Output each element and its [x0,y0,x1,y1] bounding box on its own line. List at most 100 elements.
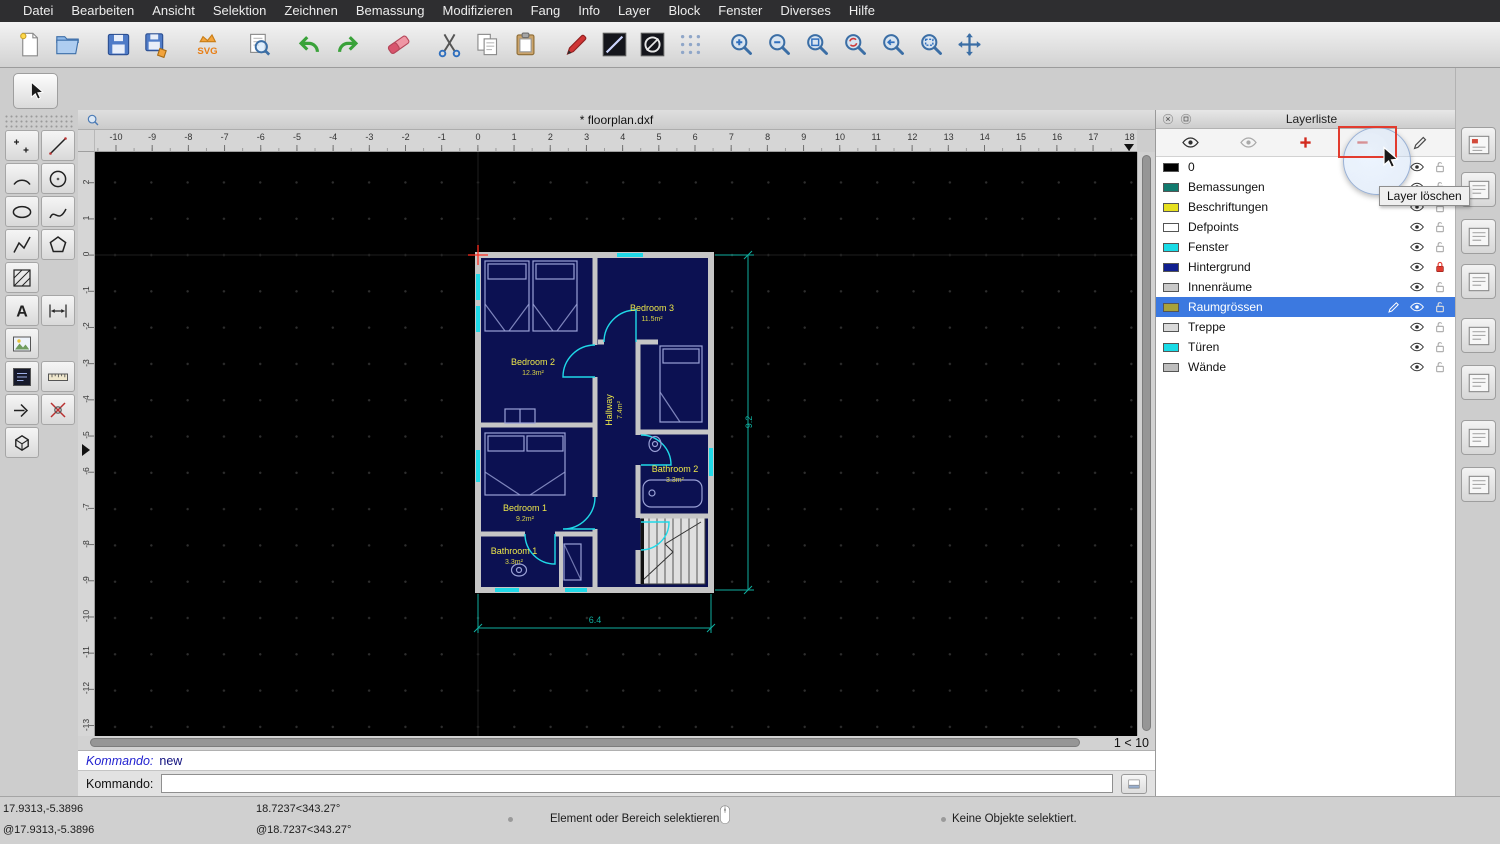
grid-toggle-button[interactable] [671,26,709,64]
dock-selection-filter-button[interactable] [1461,420,1496,455]
menu-diverses[interactable]: Diverses [771,0,840,22]
layer-edit-icon[interactable] [1386,299,1402,315]
zoom-previous-button[interactable] [874,26,912,64]
command-input[interactable] [161,774,1113,793]
selection-tool-button[interactable] [5,361,39,392]
layer-lock-toggle[interactable] [1432,159,1448,175]
horizontal-scrollbar[interactable]: 1 < 10 [78,736,1155,750]
pen-attributes-button[interactable] [557,26,595,64]
menu-hilfe[interactable]: Hilfe [840,0,884,22]
save-as-button[interactable] [137,26,175,64]
polylines-tool-button[interactable] [5,229,39,260]
menu-bearbeiten[interactable]: Bearbeiten [62,0,143,22]
points-tool-button[interactable] [5,130,39,161]
layer-visibility-toggle[interactable] [1409,319,1425,335]
panel-close-icon[interactable] [1161,112,1175,126]
measure-tool-button[interactable] [41,361,75,392]
layer-lock-toggle[interactable] [1432,259,1448,275]
menu-modifizieren[interactable]: Modifizieren [434,0,522,22]
layer-visibility-toggle[interactable] [1409,259,1425,275]
zoom-out-button[interactable] [760,26,798,64]
menu-zeichnen[interactable]: Zeichnen [275,0,346,22]
circle-attributes-button[interactable] [633,26,671,64]
stairs[interactable] [640,517,706,585]
layer-visibility-toggle[interactable] [1409,219,1425,235]
layer-visibility-toggle[interactable] [1409,279,1425,295]
auto-zoom-button[interactable] [798,26,836,64]
layer-row-wände[interactable]: Wände [1156,357,1455,377]
command-expand-button[interactable] [1121,773,1147,794]
layer-row-defpoints[interactable]: Defpoints [1156,217,1455,237]
vertical-scrollbar[interactable] [1137,152,1155,736]
open-file-button[interactable] [48,26,86,64]
copy-button[interactable] [468,26,506,64]
layer-lock-toggle[interactable] [1432,299,1448,315]
polygons-tool-button[interactable] [41,229,75,260]
menu-bemassung[interactable]: Bemassung [347,0,434,22]
paste-button[interactable] [506,26,544,64]
horizontal-scrollbar-thumb[interactable] [90,738,1080,747]
layer-visibility-toggle[interactable] [1409,359,1425,375]
layer-lock-toggle[interactable] [1432,239,1448,255]
menu-block[interactable]: Block [659,0,709,22]
svg-export-button[interactable]: SVG [188,26,226,64]
undo-button[interactable] [290,26,328,64]
dock-properties-button[interactable] [1461,127,1496,162]
show-all-layers-button[interactable] [1170,131,1212,155]
line-attributes-button[interactable] [595,26,633,64]
layer-visibility-toggle[interactable] [1409,339,1425,355]
layer-row-fenster[interactable]: Fenster [1156,237,1455,257]
menu-layer[interactable]: Layer [609,0,660,22]
layer-lock-toggle[interactable] [1432,339,1448,355]
ellipses-tool-button[interactable] [5,196,39,227]
delete-button[interactable] [379,26,417,64]
zoom-window-button[interactable] [912,26,950,64]
dock-view-list-button[interactable] [1461,264,1496,299]
pan-button[interactable] [950,26,988,64]
images-tool-button[interactable] [5,328,39,359]
dock-command-line-button[interactable] [1461,365,1496,400]
layer-row-türen[interactable]: Türen [1156,337,1455,357]
print-preview-button[interactable] [239,26,277,64]
layer-visibility-toggle[interactable] [1409,239,1425,255]
dock-clipboard-panel-button[interactable] [1461,467,1496,502]
layer-row-raumgrössen[interactable]: Raumgrössen [1156,297,1455,317]
menu-fang[interactable]: Fang [522,0,570,22]
new-file-button[interactable] [10,26,48,64]
vertical-scrollbar-thumb[interactable] [1142,155,1151,731]
redo-button[interactable] [328,26,366,64]
zoom-redraw-button[interactable] [836,26,874,64]
dock-block-list-button[interactable] [1461,219,1496,254]
menu-datei[interactable]: Datei [14,0,62,22]
layer-lock-toggle[interactable] [1432,219,1448,235]
snap-tool-button[interactable] [41,394,75,425]
splines-tool-button[interactable] [41,196,75,227]
selection-arrow-button[interactable] [13,73,58,109]
layer-visibility-toggle[interactable] [1409,299,1425,315]
layer-row-hintergrund[interactable]: Hintergrund [1156,257,1455,277]
layer-row-innenräume[interactable]: Innenräume [1156,277,1455,297]
toggle-layer-visibility-button[interactable] [1227,131,1269,155]
menu-ansicht[interactable]: Ansicht [143,0,204,22]
text-tool-button[interactable]: A [5,295,39,326]
layer-row-treppe[interactable]: Treppe [1156,317,1455,337]
layer-lock-toggle[interactable] [1432,359,1448,375]
menu-fenster[interactable]: Fenster [709,0,771,22]
palette-grip[interactable] [4,114,74,128]
cut-button[interactable] [430,26,468,64]
layer-lock-toggle[interactable] [1432,279,1448,295]
zoom-in-button[interactable] [722,26,760,64]
layer-visibility-toggle[interactable] [1409,159,1425,175]
hatches-tool-button[interactable] [5,262,39,293]
floorplan-drawing[interactable]: 6.4 9.2 Bedroom 3 11.5m² Bedroom 2 12.3m… [95,152,1137,736]
panel-detach-icon[interactable] [1179,112,1193,126]
circles-tool-button[interactable] [41,163,75,194]
solids-tool-button[interactable] [5,427,39,458]
modify-tool-button[interactable] [5,394,39,425]
menu-info[interactable]: Info [569,0,609,22]
lines-tool-button[interactable] [41,130,75,161]
menu-selektion[interactable]: Selektion [204,0,275,22]
add-layer-button[interactable] [1284,131,1326,155]
arcs-tool-button[interactable] [5,163,39,194]
dock-library-browser-button[interactable] [1461,318,1496,353]
